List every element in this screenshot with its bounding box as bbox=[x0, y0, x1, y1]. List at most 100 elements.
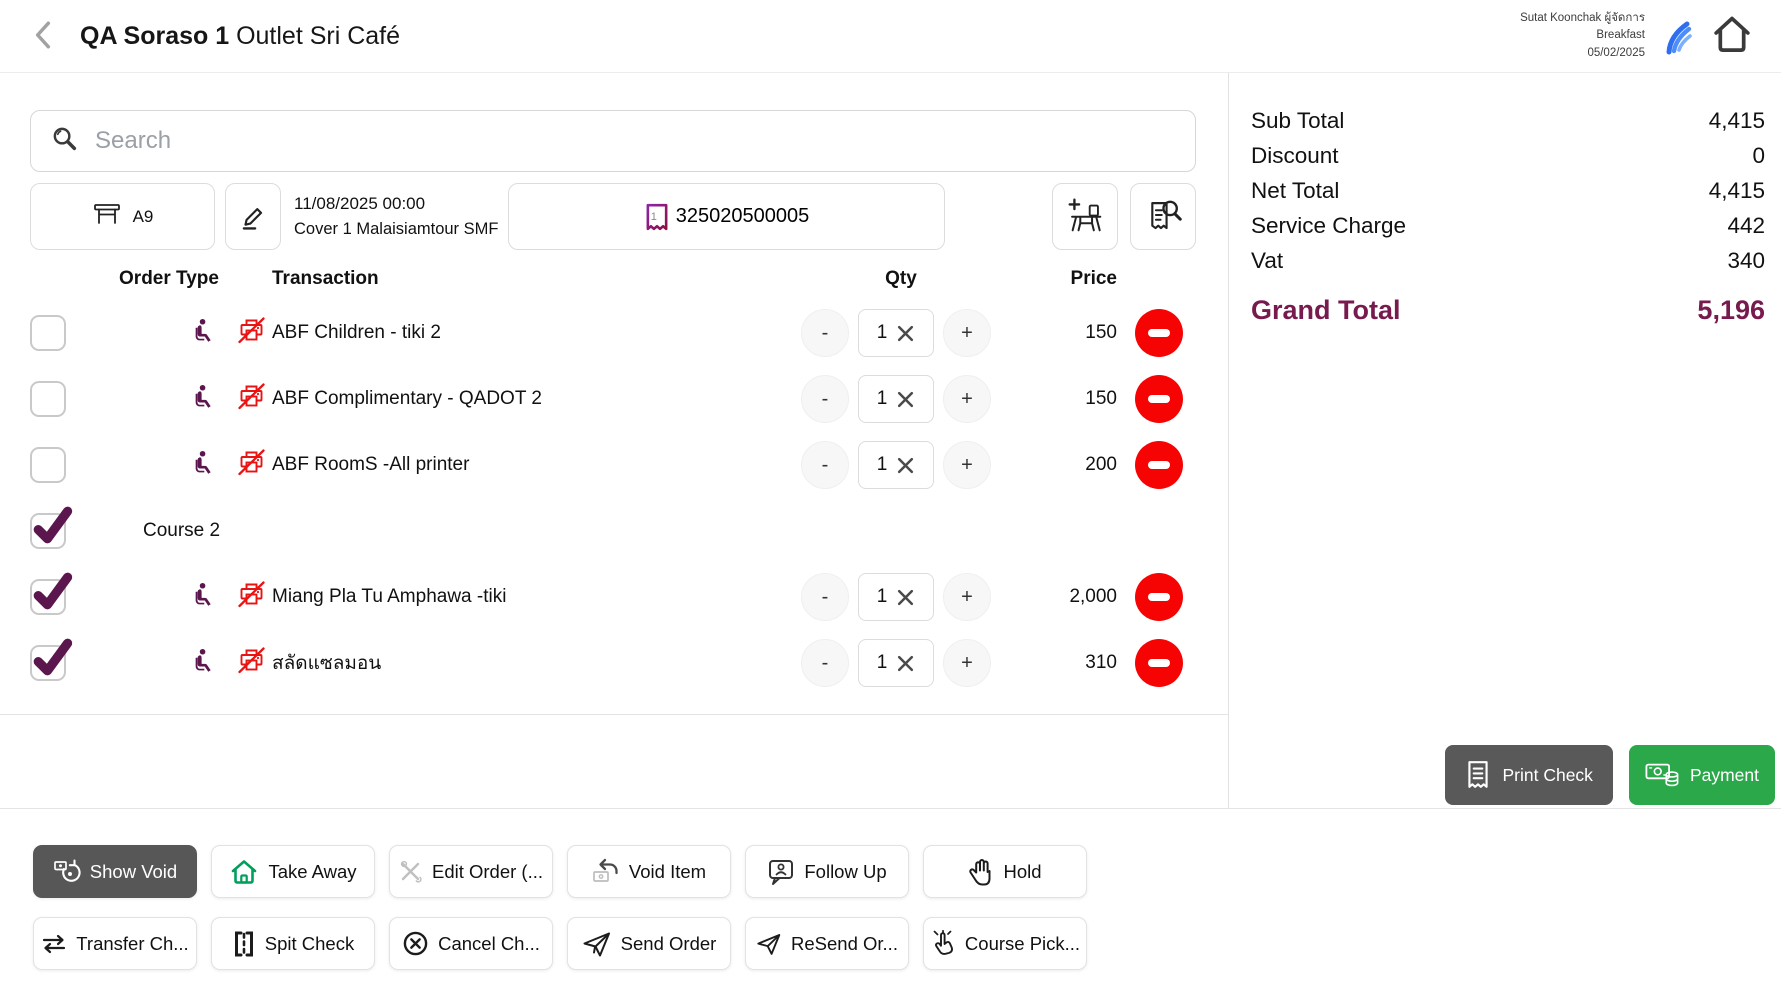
qty-clear-icon[interactable] bbox=[896, 390, 915, 409]
check-search-icon bbox=[1143, 196, 1183, 237]
search-icon bbox=[51, 125, 79, 158]
qty-decrease-button[interactable]: - bbox=[801, 375, 849, 423]
home-button[interactable] bbox=[1709, 14, 1755, 58]
qty-increase-button[interactable]: + bbox=[943, 639, 991, 687]
order-rows: ABF Children - tiki 2-1+150ABF Complimen… bbox=[0, 300, 1228, 696]
send-order-button[interactable]: Send Order bbox=[567, 917, 731, 970]
qty-increase-button[interactable]: + bbox=[943, 573, 991, 621]
edit-order-button[interactable]: Edit Order (... bbox=[389, 845, 553, 898]
outlet-name-bold: QA Soraso 1 bbox=[80, 22, 229, 50]
show-void-button[interactable]: Show Void bbox=[33, 845, 197, 898]
action-label: Show Void bbox=[90, 861, 177, 883]
qty-value: 1 bbox=[877, 322, 888, 344]
qty-decrease-button[interactable]: - bbox=[801, 639, 849, 687]
header-order-type: Order Type bbox=[66, 268, 272, 290]
void-item-button[interactable]: Void Item bbox=[567, 845, 731, 898]
course-pickup-icon bbox=[930, 930, 956, 958]
no-print-icon bbox=[237, 383, 266, 415]
action-label: Spit Check bbox=[265, 933, 354, 955]
follow-up-button[interactable]: Follow Up bbox=[745, 845, 909, 898]
payment-button[interactable]: Payment bbox=[1629, 745, 1775, 805]
dine-in-icon bbox=[192, 450, 217, 481]
qty-increase-button[interactable]: + bbox=[943, 375, 991, 423]
check-icon bbox=[29, 503, 75, 547]
minus-icon bbox=[1148, 461, 1170, 469]
qty-box: 1 bbox=[858, 375, 934, 423]
qty-decrease-button[interactable]: - bbox=[801, 309, 849, 357]
qty-clear-icon[interactable] bbox=[896, 324, 915, 343]
row-checkbox[interactable] bbox=[30, 579, 66, 615]
check-number: 325020500005 bbox=[676, 205, 809, 228]
add-table-button[interactable] bbox=[1052, 183, 1118, 250]
remove-item-button[interactable] bbox=[1135, 639, 1183, 687]
split-check-button[interactable]: Spit Check bbox=[211, 917, 375, 970]
qty-value: 1 bbox=[877, 652, 888, 674]
remove-item-button[interactable] bbox=[1135, 375, 1183, 423]
remove-item-button[interactable] bbox=[1135, 441, 1183, 489]
edit-cover-button[interactable] bbox=[225, 183, 281, 250]
split-check-icon bbox=[232, 930, 256, 958]
row-checkbox[interactable] bbox=[30, 447, 66, 483]
qty-decrease-button[interactable]: - bbox=[801, 573, 849, 621]
take-away-button[interactable]: Take Away bbox=[211, 845, 375, 898]
print-check-label: Print Check bbox=[1502, 765, 1592, 786]
dine-in-icon bbox=[192, 582, 217, 613]
header-transaction: Transaction bbox=[272, 268, 801, 290]
course-pickup-button[interactable]: Course Pick... bbox=[923, 917, 1087, 970]
cancel-check-button[interactable]: Cancel Ch... bbox=[389, 917, 553, 970]
search-bar[interactable] bbox=[30, 110, 1196, 172]
header: QA Soraso 1 Outlet Sri Café Sutat Koonch… bbox=[0, 0, 1781, 73]
minus-icon bbox=[1148, 659, 1170, 667]
item-price: 150 bbox=[1001, 322, 1121, 344]
check-number-button[interactable]: 1 325020500005 bbox=[508, 183, 945, 250]
row-checkbox[interactable] bbox=[30, 513, 66, 549]
cancel-icon bbox=[402, 930, 429, 957]
grand-total-label: Grand Total bbox=[1251, 295, 1401, 326]
minus-icon bbox=[1148, 329, 1170, 337]
remove-item-button[interactable] bbox=[1135, 309, 1183, 357]
void-item-icon bbox=[592, 858, 620, 885]
subtotal-value: 4,415 bbox=[1709, 108, 1765, 134]
transfer-check-button[interactable]: Transfer Ch... bbox=[33, 917, 197, 970]
resend-order-button[interactable]: ReSend Or... bbox=[745, 917, 909, 970]
qty-clear-icon[interactable] bbox=[896, 654, 915, 673]
search-check-button[interactable] bbox=[1130, 183, 1196, 250]
action-label: Follow Up bbox=[804, 861, 886, 883]
business-date: 05/02/2025 bbox=[1520, 45, 1645, 62]
check-icon bbox=[29, 569, 75, 613]
row-checkbox[interactable] bbox=[30, 315, 66, 351]
qty-clear-icon[interactable] bbox=[896, 456, 915, 475]
check-icon bbox=[29, 635, 75, 679]
qty-decrease-button[interactable]: - bbox=[801, 441, 849, 489]
no-print-icon bbox=[237, 581, 266, 613]
payment-icon bbox=[1645, 761, 1679, 789]
check-info-row: A9 11/08/2025 00:00 Cover 1 Malaisiamtou… bbox=[30, 183, 1196, 250]
cover-info: 11/08/2025 00:00 Cover 1 Malaisiamtour S… bbox=[294, 183, 498, 250]
qty-clear-icon[interactable] bbox=[896, 588, 915, 607]
totals-panel: Sub Total4,415 Discount0 Net Total4,415 … bbox=[1229, 73, 1781, 808]
qty-increase-button[interactable]: + bbox=[943, 441, 991, 489]
remove-item-button[interactable] bbox=[1135, 573, 1183, 621]
action-bar: Show Void Take Away Edit Order (... Void… bbox=[0, 808, 1781, 970]
minus-icon bbox=[1148, 395, 1170, 403]
qty-controls: - 1 + bbox=[801, 639, 1001, 687]
no-print-icon bbox=[237, 449, 266, 481]
add-table-icon bbox=[1065, 196, 1105, 237]
vat-label: Vat bbox=[1251, 248, 1283, 274]
print-check-button[interactable]: Print Check bbox=[1445, 745, 1612, 805]
qty-increase-button[interactable]: + bbox=[943, 309, 991, 357]
subtotal-label: Sub Total bbox=[1251, 108, 1344, 134]
qty-value: 1 bbox=[877, 586, 888, 608]
table-number: A9 bbox=[133, 207, 154, 227]
resend-order-icon bbox=[756, 932, 782, 956]
hold-button[interactable]: Hold bbox=[923, 845, 1087, 898]
qty-controls: - 1 + bbox=[801, 309, 1001, 357]
back-button[interactable] bbox=[28, 19, 58, 53]
row-checkbox[interactable] bbox=[30, 645, 66, 681]
table-select-button[interactable]: A9 bbox=[30, 183, 215, 250]
follow-up-icon bbox=[767, 858, 795, 886]
cover-detail: Cover 1 Malaisiamtour SMF bbox=[294, 220, 498, 239]
row-checkbox[interactable] bbox=[30, 381, 66, 417]
course-label: Course 2 bbox=[66, 520, 1197, 542]
search-input[interactable] bbox=[95, 127, 1175, 155]
